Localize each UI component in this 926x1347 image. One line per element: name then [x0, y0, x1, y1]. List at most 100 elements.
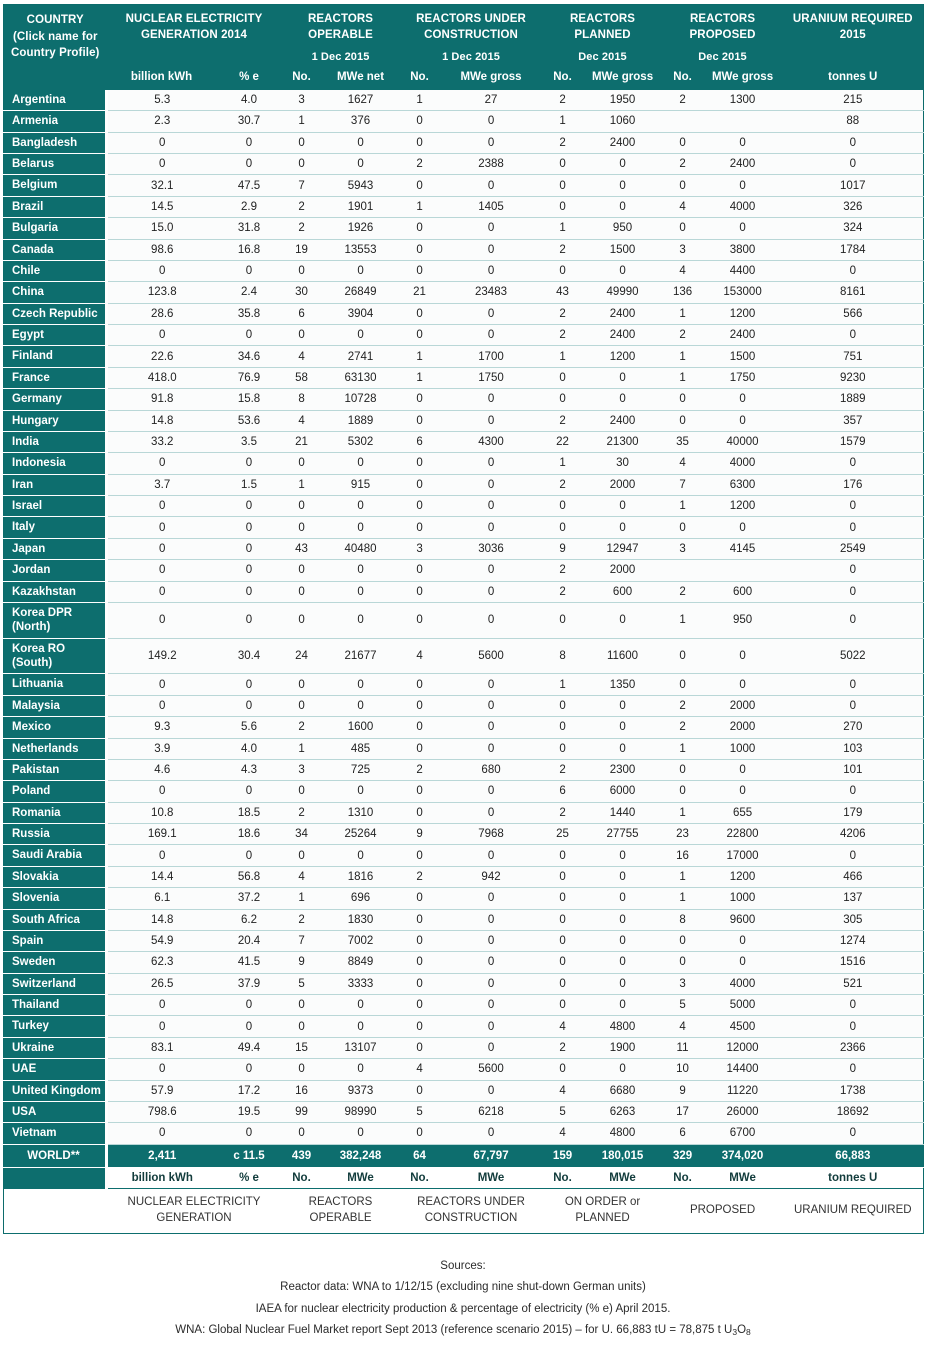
country-cell[interactable]: France [3, 367, 108, 390]
table-row[interactable]: UAE 0 0 0 0 4 5600 0 0 10 14400 0 [3, 1058, 924, 1081]
country-cell[interactable]: Finland [3, 345, 108, 368]
country-cell[interactable]: Hungary [3, 410, 108, 432]
country-cell[interactable]: Lithuania [3, 673, 108, 696]
country-cell[interactable]: UAE [3, 1058, 108, 1081]
country-cell[interactable]: Indonesia [3, 452, 108, 475]
country-cell[interactable]: Jordan [3, 559, 108, 582]
table-row[interactable]: Chile 0 0 0 0 0 0 0 0 4 4400 0 [3, 260, 924, 283]
table-row[interactable]: Bulgaria 15.0 31.8 2 1926 0 0 1 950 0 0 324 [3, 217, 924, 240]
country-cell[interactable]: Mexico [3, 716, 108, 739]
table-row[interactable]: Poland 0 0 0 0 0 0 6 6000 0 0 0 [3, 780, 924, 803]
table-row[interactable]: Korea DPR (North) 0 0 0 0 0 0 0 0 1 950 0 [3, 602, 924, 639]
country-cell[interactable]: Czech Republic [3, 303, 108, 326]
table-row[interactable]: Russia 169.1 18.6 34 25264 9 7968 25 27755 23 2280… [3, 823, 924, 846]
country-cell[interactable]: Germany [3, 388, 108, 411]
table-row[interactable]: Bangladesh 0 0 0 0 0 0 2 2400 0 0 0 [3, 132, 924, 155]
table-row[interactable]: India 33.2 3.5 21 5302 6 4300 22 21300 35 40000 157… [3, 431, 924, 454]
table-row[interactable]: Italy 0 0 0 0 0 0 0 0 0 0 0 [3, 516, 924, 539]
table-row[interactable]: Brazil 14.5 2.9 2 1901 1 1405 0 0 4 4000 326 [3, 196, 924, 219]
country-cell[interactable]: Switzerland [3, 973, 108, 996]
table-row[interactable]: Spain 54.9 20.4 7 7002 0 0 0 0 0 0 1274 [3, 930, 924, 953]
country-cell[interactable]: Canada [3, 239, 108, 261]
country-cell[interactable]: India [3, 431, 108, 454]
country-cell[interactable]: Bulgaria [3, 217, 108, 240]
country-cell[interactable]: Belarus [3, 153, 108, 176]
table-row[interactable]: Israel 0 0 0 0 0 0 0 0 1 1200 0 [3, 495, 924, 518]
table-row[interactable]: Germany 91.8 15.8 8 10728 0 0 0 0 0 0 1889 [3, 388, 924, 411]
table-row[interactable]: USA 798.6 19.5 99 98990 5 6218 5 6263 17 26000 1869… [3, 1101, 924, 1124]
table-row[interactable]: Slovenia 6.1 37.2 1 696 0 0 0 0 1 1000 137 [3, 887, 924, 910]
table-row[interactable]: Korea RO (South) 149.2 30.4 24 21677 4 5600 8 11… [3, 638, 924, 675]
country-cell[interactable]: Chile [3, 260, 108, 283]
country-cell[interactable]: Brazil [3, 196, 108, 219]
data-cell: 4 [542, 1122, 583, 1145]
table-row[interactable]: Jordan 0 0 0 0 0 0 2 2000 0 [3, 559, 924, 582]
table-row[interactable]: Netherlands 3.9 4.0 1 485 0 0 0 0 1 1000 103 [3, 738, 924, 760]
table-row[interactable]: Ukraine 83.1 49.4 15 13107 0 0 2 1900 11 12000 2366 [3, 1037, 924, 1060]
table-row[interactable]: Finland 22.6 34.6 4 2741 1 1700 1 1200 1 1500 751 [3, 345, 924, 368]
country-cell[interactable]: China [3, 281, 108, 304]
country-cell[interactable]: Slovakia [3, 866, 108, 889]
country-cell[interactable]: Romania [3, 802, 108, 825]
country-cell[interactable]: United Kingdom [3, 1080, 108, 1102]
country-cell[interactable]: Pakistan [3, 759, 108, 782]
table-row[interactable]: Belgium 32.1 47.5 7 5943 0 0 0 0 0 0 1017 [3, 174, 924, 197]
table-row[interactable]: Thailand 0 0 0 0 0 0 0 0 5 5000 0 [3, 994, 924, 1017]
country-cell[interactable]: Sweden [3, 951, 108, 974]
table-row[interactable]: Hungary 14.8 53.6 4 1889 0 0 2 2400 0 0 357 [3, 410, 924, 432]
table-row[interactable]: Belarus 0 0 0 0 2 2388 0 0 2 2400 0 [3, 153, 924, 176]
table-row[interactable]: Pakistan 4.6 4.3 3 725 2 680 2 2300 0 0 101 [3, 759, 924, 782]
country-cell[interactable]: Slovenia [3, 887, 108, 910]
table-row[interactable]: Saudi Arabia 0 0 0 0 0 0 0 0 16 17000 0 [3, 844, 924, 867]
table-row[interactable]: France 418.0 76.9 58 63130 1 1750 0 0 1 1750 9230 [3, 367, 924, 390]
country-cell[interactable]: Egypt [3, 324, 108, 347]
table-row[interactable]: Mexico 9.3 5.6 2 1600 0 0 0 0 2 2000 270 [3, 716, 924, 739]
table-row[interactable]: Vietnam 0 0 0 0 0 0 4 4800 6 6700 0 [3, 1122, 924, 1145]
data-cell: 23 [662, 823, 703, 846]
table-row[interactable]: South Africa 14.8 6.2 2 1830 0 0 0 0 8 9600 305 [3, 909, 924, 931]
country-cell[interactable]: Japan [3, 538, 108, 561]
country-cell[interactable]: Bangladesh [3, 132, 108, 155]
table-row[interactable]: Japan 0 0 43 40480 3 3036 9 12947 3 4145 2549 [3, 538, 924, 561]
table-row[interactable]: Egypt 0 0 0 0 0 0 2 2400 2 2400 0 [3, 324, 924, 347]
country-cell[interactable]: Turkey [3, 1015, 108, 1038]
table-row[interactable]: Canada 98.6 16.8 19 13553 0 0 2 1500 3 3800 1784 [3, 239, 924, 261]
table-row[interactable]: Lithuania 0 0 0 0 0 0 1 1350 0 0 0 [3, 673, 924, 696]
table-row[interactable]: Armenia 2.3 30.7 1 376 0 0 1 1060 88 [3, 110, 924, 133]
table-row[interactable]: China 123.8 2.4 30 26849 21 23483 43 49990 136 153… [3, 281, 924, 304]
table-row[interactable]: Switzerland 26.5 37.9 5 3333 0 0 0 0 3 4000 521 [3, 973, 924, 996]
table-row[interactable]: Sweden 62.3 41.5 9 8849 0 0 0 0 0 0 1516 [3, 951, 924, 974]
country-cell[interactable]: Italy [3, 516, 108, 539]
table-row[interactable]: Indonesia 0 0 0 0 0 0 1 30 4 4000 0 [3, 452, 924, 475]
country-cell[interactable]: Armenia [3, 110, 108, 133]
country-cell[interactable]: Israel [3, 495, 108, 518]
table-row[interactable]: Iran 3.7 1.5 1 915 0 0 2 2000 7 6300 176 [3, 474, 924, 497]
country-cell[interactable]: Saudi Arabia [3, 844, 108, 867]
country-cell[interactable]: Poland [3, 780, 108, 803]
table-row[interactable]: United Kingdom 57.9 17.2 16 9373 0 0 4 6680 9 1122… [3, 1080, 924, 1102]
country-cell[interactable]: Argentina [3, 89, 108, 112]
country-cell[interactable]: USA [3, 1101, 108, 1124]
table-row[interactable]: Romania 10.8 18.5 2 1310 0 0 2 1440 1 655 179 [3, 802, 924, 825]
country-cell[interactable]: Belgium [3, 174, 108, 197]
country-cell[interactable]: Russia [3, 823, 108, 846]
data-cell: 10.8 [106, 802, 217, 825]
country-cell[interactable]: Thailand [3, 994, 108, 1017]
country-cell[interactable]: Korea DPR (North) [3, 602, 108, 639]
data-cell: 2 [281, 716, 322, 739]
country-cell[interactable]: Ukraine [3, 1037, 108, 1060]
table-row[interactable]: Malaysia 0 0 0 0 0 0 0 0 2 2000 0 [3, 695, 924, 718]
country-cell[interactable]: Iran [3, 474, 108, 497]
table-row[interactable]: Kazakhstan 0 0 0 0 0 0 2 600 2 600 0 [3, 581, 924, 603]
table-row[interactable]: Czech Republic 28.6 35.8 6 3904 0 0 2 2400 1 1200 5… [3, 303, 924, 326]
country-cell[interactable]: Korea RO (South) [3, 638, 108, 675]
country-cell[interactable]: Spain [3, 930, 108, 953]
country-cell[interactable]: Vietnam [3, 1122, 108, 1145]
country-cell[interactable]: South Africa [3, 909, 108, 931]
table-row[interactable]: Argentina 5.3 4.0 3 1627 1 27 2 1950 2 1300 215 [3, 89, 924, 112]
country-cell[interactable]: Kazakhstan [3, 581, 108, 603]
country-cell[interactable]: Malaysia [3, 695, 108, 718]
country-cell[interactable]: Netherlands [3, 738, 108, 760]
table-row[interactable]: Slovakia 14.4 56.8 4 1816 2 942 0 0 1 1200 466 [3, 866, 924, 889]
table-row[interactable]: Turkey 0 0 0 0 0 0 4 4800 4 4500 0 [3, 1015, 924, 1038]
